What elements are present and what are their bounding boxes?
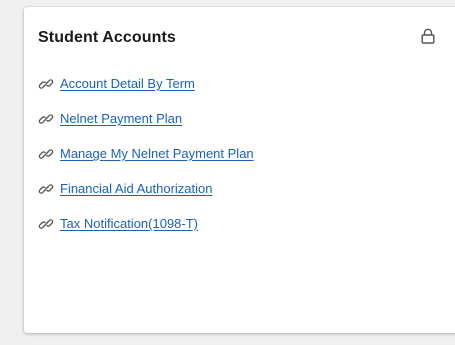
list-item: Nelnet Payment Plan — [38, 110, 254, 145]
link-tax-notification-1098-t[interactable]: Tax Notification(1098-T) — [60, 215, 198, 232]
list-item: Tax Notification(1098-T) — [38, 215, 254, 250]
link-icon — [38, 79, 54, 89]
list-item: Account Detail By Term — [38, 75, 254, 110]
link-icon — [38, 219, 54, 229]
student-accounts-card: Student Accounts Account Detail By Term — [24, 7, 455, 333]
card-title: Student Accounts — [38, 29, 176, 46]
list-item: Financial Aid Authorization — [38, 180, 254, 215]
link-list: Account Detail By Term Nelnet Payment Pl… — [38, 75, 254, 250]
list-item: Manage My Nelnet Payment Plan — [38, 145, 254, 180]
link-icon — [38, 114, 54, 124]
lock-icon — [421, 28, 435, 44]
link-account-detail-by-term[interactable]: Account Detail By Term — [60, 75, 195, 92]
link-icon — [38, 149, 54, 159]
link-financial-aid-authorization[interactable]: Financial Aid Authorization — [60, 180, 212, 197]
link-icon — [38, 184, 54, 194]
link-nelnet-payment-plan[interactable]: Nelnet Payment Plan — [60, 110, 182, 127]
link-manage-nelnet-payment-plan[interactable]: Manage My Nelnet Payment Plan — [60, 145, 254, 162]
